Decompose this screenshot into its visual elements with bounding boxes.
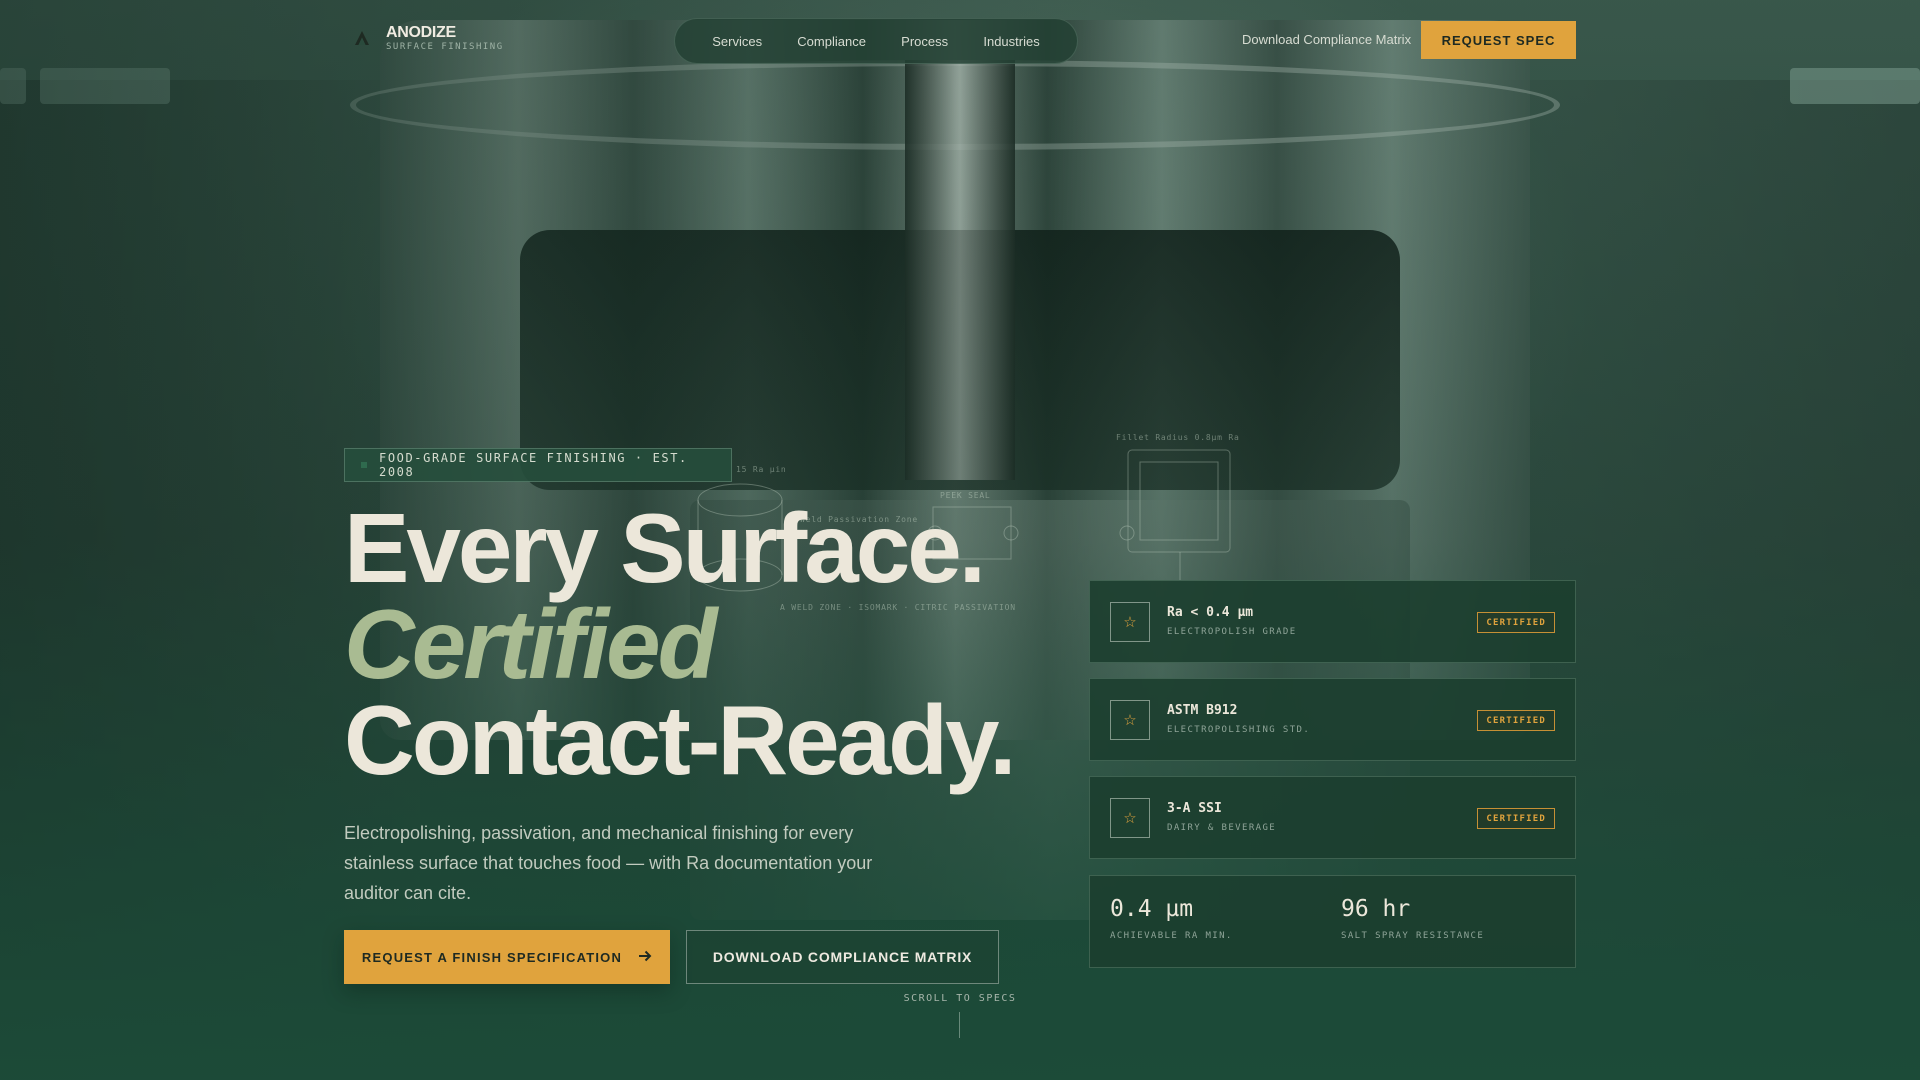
- stat-label: ACHIEVABLE RA MIN.: [1110, 931, 1233, 941]
- hero-eyebrow-badge: FOOD-GRADE SURFACE FINISHING · EST. 2008: [344, 448, 732, 482]
- spec-card-subtitle: DAIRY & BEVERAGE: [1167, 823, 1277, 833]
- headline-line-3: Contact-Ready.: [344, 685, 1017, 795]
- main-nav: Services Compliance Process Industries: [674, 18, 1078, 64]
- certified-badge: CERTIFIED: [1477, 808, 1555, 829]
- eyebrow-text: FOOD-GRADE SURFACE FINISHING · EST. 2008: [379, 451, 688, 479]
- scroll-indicator-line: [959, 1012, 960, 1038]
- stat-ra-min: 0.4 µm ACHIEVABLE RA MIN.: [1110, 896, 1233, 941]
- certified-badge: CERTIFIED: [1477, 710, 1555, 731]
- arrow-right-icon: [638, 950, 652, 965]
- triangle-logo-icon: [350, 26, 374, 50]
- download-matrix-link[interactable]: Download Compliance Matrix: [1242, 32, 1411, 47]
- cta-primary-label: REQUEST A FINISH SPECIFICATION: [361, 949, 623, 965]
- stats-panel: 0.4 µm ACHIEVABLE RA MIN. 96 hr SALT SPR…: [1089, 875, 1576, 968]
- spec-card-title: Ra < 0.4 µm: [1167, 605, 1254, 620]
- spec-card-subtitle: ELECTROPOLISH GRADE: [1167, 627, 1297, 637]
- download-compliance-matrix-button[interactable]: DOWNLOAD COMPLIANCE MATRIX: [686, 930, 999, 984]
- brand-tagline: SURFACE FINISHING: [386, 42, 504, 52]
- spec-card: ☆ Ra < 0.4 µm ELECTROPOLISH GRADE CERTIF…: [1089, 580, 1576, 663]
- headline-line-1: Every Surface.: [344, 493, 986, 603]
- scroll-to-specs-hint[interactable]: SCROLL TO SPECS: [880, 993, 1040, 1004]
- star-icon: ☆: [1110, 700, 1150, 740]
- stat-label: SALT SPRAY RESISTANCE: [1341, 931, 1485, 941]
- nav-item-process[interactable]: Process: [891, 28, 958, 55]
- eyebrow-dot: [361, 462, 367, 468]
- star-icon: ☆: [1110, 798, 1150, 838]
- headline-line-2: Certified: [344, 589, 718, 699]
- hero-description: Electropolishing, passivation, and mecha…: [344, 823, 873, 903]
- spec-card-subtitle: ELECTROPOLISHING STD.: [1167, 725, 1311, 735]
- star-icon: ☆: [1110, 602, 1150, 642]
- nav-item-compliance[interactable]: Compliance: [787, 28, 876, 55]
- stat-salt-spray: 96 hr SALT SPRAY RESISTANCE: [1341, 896, 1484, 941]
- hero-headline: Every Surface. Certified Contact-Ready.: [344, 493, 1104, 795]
- request-finish-spec-button[interactable]: REQUEST A FINISH SPECIFICATION: [344, 930, 670, 984]
- brand-text: ANODIZE SURFACE FINISHING: [386, 24, 504, 52]
- stat-value: 96 hr: [1341, 896, 1411, 922]
- nav-item-industries[interactable]: Industries: [973, 28, 1049, 55]
- brand-name: ANODIZE: [386, 24, 456, 41]
- request-spec-button[interactable]: REQUEST SPEC: [1421, 21, 1576, 59]
- spec-card-title: 3-A SSI: [1167, 801, 1222, 816]
- spec-card: ☆ ASTM B912 ELECTROPOLISHING STD. CERTIF…: [1089, 678, 1576, 761]
- brand-logo[interactable]: ANODIZE SURFACE FINISHING: [350, 24, 504, 52]
- nav-item-services[interactable]: Services: [702, 28, 772, 55]
- certified-badge: CERTIFIED: [1477, 612, 1555, 633]
- spec-card-title: ASTM B912: [1167, 703, 1238, 718]
- stat-value: 0.4 µm: [1110, 896, 1194, 922]
- spec-card: ☆ 3-A SSI DAIRY & BEVERAGE CERTIFIED: [1089, 776, 1576, 859]
- site-header: ANODIZE SURFACE FINISHING Services Compl…: [0, 0, 1920, 80]
